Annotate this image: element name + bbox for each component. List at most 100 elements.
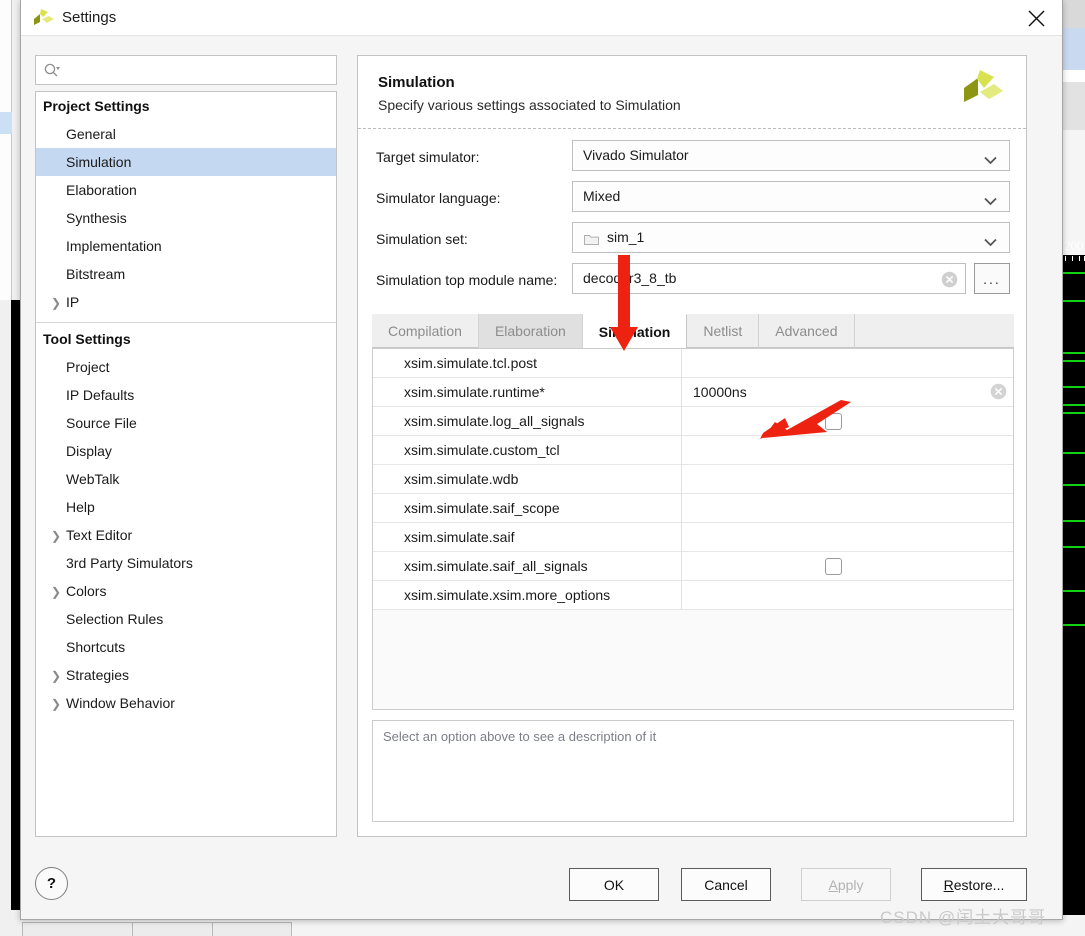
table-row[interactable]: xsim.simulate.xsim.more_options: [373, 581, 1013, 610]
chevron-right-icon[interactable]: ❯: [51, 530, 61, 542]
simulation-top-module-input[interactable]: decoder3_8_tb: [572, 263, 966, 294]
tab-simulation[interactable]: Simulation: [582, 314, 688, 349]
field-label: Simulation top module name:: [376, 272, 558, 288]
sidebar-item-ip[interactable]: ❯ IP: [36, 288, 336, 316]
background-tab-divider: [212, 922, 213, 936]
field-label: Simulator language:: [376, 190, 501, 206]
sidebar-item-webtalk[interactable]: WebTalk: [36, 465, 336, 493]
table-row[interactable]: xsim.simulate.saif_scope: [373, 494, 1013, 523]
table-row[interactable]: xsim.simulate.saif: [373, 523, 1013, 552]
settings-sidebar: Project Settings General Simulation Elab…: [35, 55, 337, 837]
tab-elaboration[interactable]: Elaboration: [478, 314, 583, 348]
help-button[interactable]: ?: [35, 867, 68, 900]
log-all-signals-checkbox[interactable]: [825, 413, 842, 430]
clear-circle-icon[interactable]: [941, 271, 958, 293]
sidebar-item-label: Elaboration: [66, 182, 137, 198]
target-simulator-dropdown[interactable]: Vivado Simulator: [572, 140, 1010, 171]
restore-button[interactable]: Restore...: [921, 868, 1027, 901]
sidebar-item-project[interactable]: Project: [36, 353, 336, 381]
clear-circle-icon[interactable]: [990, 383, 1007, 405]
column-divider: [681, 552, 682, 581]
table-row[interactable]: xsim.simulate.log_all_signals: [373, 407, 1013, 436]
table-row[interactable]: xsim.simulate.saif_all_signals: [373, 552, 1013, 581]
sidebar-item-general[interactable]: General: [36, 120, 336, 148]
sidebar-item-synthesis[interactable]: Synthesis: [36, 204, 336, 232]
chevron-down-icon[interactable]: [984, 234, 997, 252]
cancel-button[interactable]: Cancel: [681, 868, 771, 901]
table-row[interactable]: xsim.simulate.runtime* 10000ns: [373, 378, 1013, 407]
chevron-right-icon[interactable]: ❯: [51, 297, 61, 309]
search-box[interactable]: [35, 55, 337, 85]
field-label: Simulation set:: [376, 231, 468, 247]
table-row[interactable]: xsim.simulate.tcl.post: [373, 349, 1013, 378]
waveform-trace: [1063, 484, 1085, 486]
chevron-right-icon[interactable]: ❯: [51, 586, 61, 598]
chevron-down-icon[interactable]: [984, 193, 997, 211]
chevron-down-icon[interactable]: [984, 152, 997, 170]
column-divider: [681, 349, 682, 378]
saif-all-signals-checkbox[interactable]: [825, 558, 842, 575]
sidebar-item-label: Synthesis: [66, 210, 127, 226]
waveform-trace: [1063, 452, 1085, 454]
sidebar-item-display[interactable]: Display: [36, 437, 336, 465]
dropdown-value: sim_1: [607, 229, 645, 245]
sidebar-item-colors[interactable]: ❯ Colors: [36, 577, 336, 605]
table-row[interactable]: xsim.simulate.wdb: [373, 465, 1013, 494]
sidebar-item-shortcuts[interactable]: Shortcuts: [36, 633, 336, 661]
sidebar-item-help[interactable]: Help: [36, 493, 336, 521]
sidebar-item-label: Simulation: [66, 154, 132, 170]
sidebar-divider: [36, 322, 336, 323]
chevron-right-icon[interactable]: ❯: [51, 698, 61, 710]
column-divider: [681, 581, 682, 610]
sidebar-item-label: Window Behavior: [66, 695, 175, 711]
waveform-trace: [1063, 590, 1085, 592]
close-icon[interactable]: [1010, 0, 1062, 36]
sidebar-item-implementation[interactable]: Implementation: [36, 232, 336, 260]
simulation-set-dropdown[interactable]: sim_1: [572, 222, 1010, 253]
search-input[interactable]: [66, 56, 334, 84]
sidebar-item-3rd-party-simulators[interactable]: 3rd Party Simulators: [36, 549, 336, 577]
sidebar-item-label: IP: [66, 294, 80, 310]
sidebar-item-label: Colors: [66, 583, 107, 599]
dialog-title: Settings: [62, 9, 117, 26]
sidebar-item-bitstream[interactable]: Bitstream: [36, 260, 336, 288]
waveform-trace: [1063, 300, 1085, 302]
ok-button[interactable]: OK: [569, 868, 659, 901]
chevron-right-icon[interactable]: ❯: [51, 670, 61, 682]
dropdown-value: Mixed: [583, 188, 621, 204]
waveform-trace: [1063, 272, 1085, 274]
sidebar-item-selection-rules[interactable]: Selection Rules: [36, 605, 336, 633]
waveform-trace: [1063, 412, 1085, 414]
property-name: xsim.simulate.log_all_signals: [404, 413, 585, 429]
background-bottom-tabs[interactable]: [22, 922, 292, 936]
properties-table[interactable]: xsim.simulate.tcl.post xsim.simulate.run…: [372, 348, 1014, 710]
sidebar-item-ip-defaults[interactable]: IP Defaults: [36, 381, 336, 409]
field-simulation-set: Simulation set: sim_1: [358, 220, 1026, 261]
sidebar-item-text-editor[interactable]: ❯ Text Editor: [36, 521, 336, 549]
xilinx-logo-icon: [33, 8, 55, 28]
property-name: xsim.simulate.xsim.more_options: [404, 587, 611, 603]
dialog-titlebar: Settings: [21, 0, 1062, 36]
sidebar-item-label: Source File: [66, 415, 137, 431]
waveform-trace: [1063, 386, 1085, 388]
waveform-trace: [1063, 404, 1085, 406]
simulator-language-dropdown[interactable]: Mixed: [572, 181, 1010, 212]
input-value: decoder3_8_tb: [583, 270, 677, 286]
sidebar-item-window-behavior[interactable]: ❯ Window Behavior: [36, 689, 336, 717]
sidebar-item-label: Help: [66, 499, 95, 515]
sidebar-item-simulation[interactable]: Simulation: [36, 148, 336, 176]
tab-netlist[interactable]: Netlist: [687, 314, 760, 348]
browse-button[interactable]: ...: [974, 263, 1010, 294]
property-value: 10000ns: [693, 384, 747, 400]
tab-advanced[interactable]: Advanced: [759, 314, 855, 348]
tab-compilation[interactable]: Compilation: [372, 314, 479, 348]
waveform-trace: [1063, 360, 1085, 362]
sidebar-item-strategies[interactable]: ❯ Strategies: [36, 661, 336, 689]
xilinx-logo-icon: [956, 66, 1004, 114]
settings-tree[interactable]: Project Settings General Simulation Elab…: [35, 91, 337, 837]
sidebar-item-source-file[interactable]: Source File: [36, 409, 336, 437]
sidebar-item-elaboration[interactable]: Elaboration: [36, 176, 336, 204]
table-row[interactable]: xsim.simulate.custom_tcl: [373, 436, 1013, 465]
page-title: Simulation: [378, 74, 455, 91]
table-empty-area: [373, 641, 1013, 709]
